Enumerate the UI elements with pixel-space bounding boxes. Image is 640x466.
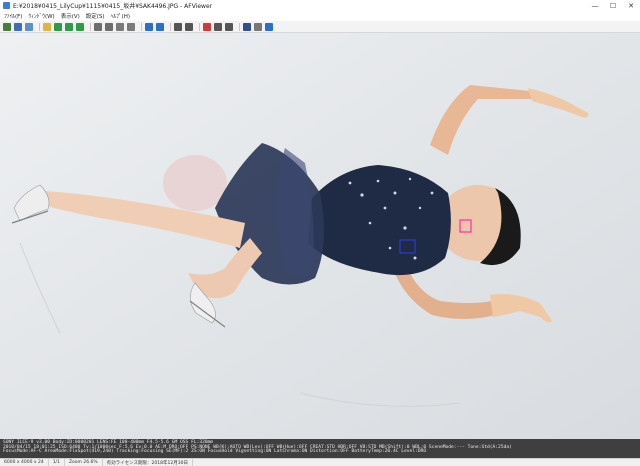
toolbar-separator bbox=[141, 22, 142, 31]
status-zoom: Zoom 26.6% bbox=[65, 459, 103, 466]
menu-file[interactable]: ﾌｧｲﾙ(F) bbox=[4, 12, 22, 20]
minimize-button[interactable]: — bbox=[586, 0, 604, 11]
menu-window[interactable]: ｳｨﾝﾄﾞｳ(W) bbox=[28, 12, 54, 20]
maximize-button[interactable]: ☐ bbox=[604, 0, 622, 11]
back-icon[interactable] bbox=[65, 22, 73, 31]
toolbar bbox=[0, 21, 640, 33]
status-index: 1/1 bbox=[49, 459, 65, 466]
menu-help[interactable]: ﾍﾙﾌﾟ(H) bbox=[111, 12, 130, 20]
page-icon[interactable] bbox=[25, 22, 33, 31]
toolbar-separator bbox=[90, 22, 91, 31]
image-icon[interactable] bbox=[14, 22, 22, 31]
help-icon[interactable] bbox=[265, 22, 273, 31]
open-icon[interactable] bbox=[54, 22, 62, 31]
grid-icon[interactable] bbox=[174, 22, 182, 31]
toolbar-separator bbox=[170, 22, 171, 31]
list-icon[interactable] bbox=[185, 22, 193, 31]
sort-icon[interactable] bbox=[214, 22, 222, 31]
exif-info-panel: SONY ILCE-9 v3.00 Body:ID:0000201 LENS:F… bbox=[0, 439, 640, 458]
zoom-out-icon[interactable] bbox=[105, 22, 113, 31]
user-icon[interactable] bbox=[243, 22, 251, 31]
actual-size-icon[interactable] bbox=[127, 22, 135, 31]
toolbar-separator bbox=[39, 22, 40, 31]
close-button[interactable]: ✕ bbox=[622, 0, 640, 11]
title-bar: E:¥2018¥0415_LilyCup¥1115¥0415_坂井¥SAK449… bbox=[0, 0, 640, 11]
menu-view[interactable]: 表示(V) bbox=[61, 12, 80, 20]
status-bar: 6000 x 4000 x 24 1/1 Zoom 26.6% 有効ライセンス期… bbox=[0, 458, 640, 466]
folder-icon[interactable] bbox=[43, 22, 51, 31]
photo bbox=[0, 33, 640, 439]
toolbar-separator bbox=[239, 22, 240, 31]
menu-bar: ﾌｧｲﾙ(F) ｳｨﾝﾄﾞｳ(W) 表示(V) 設定(S) ﾍﾙﾌﾟ(H) bbox=[0, 11, 640, 21]
toolbar-separator bbox=[199, 22, 200, 31]
menu-settings[interactable]: 設定(S) bbox=[86, 12, 105, 20]
info-line: FocusMode:AF-C AreaMode:FlxSpot(419,240)… bbox=[3, 449, 427, 454]
settings-icon[interactable] bbox=[254, 22, 262, 31]
status-extra: 有効ライセンス期限：2018年12月30日 bbox=[103, 459, 193, 466]
thumbnail-icon[interactable] bbox=[3, 22, 11, 31]
status-resolution: 6000 x 4000 x 24 bbox=[0, 459, 49, 466]
window-controls: — ☐ ✕ bbox=[586, 0, 640, 11]
rotate-left-icon[interactable] bbox=[145, 22, 153, 31]
ice-logo-mark bbox=[163, 155, 227, 211]
delete-icon[interactable] bbox=[203, 22, 211, 31]
fit-icon[interactable] bbox=[116, 22, 124, 31]
forward-icon[interactable] bbox=[76, 22, 84, 31]
image-viewer[interactable] bbox=[0, 33, 640, 439]
window-title: E:¥2018¥0415_LilyCup¥1115¥0415_坂井¥SAK449… bbox=[13, 3, 213, 10]
zoom-in-icon[interactable] bbox=[94, 22, 102, 31]
rating-icon[interactable] bbox=[225, 22, 233, 31]
rotate-right-icon[interactable] bbox=[156, 22, 164, 31]
app-icon bbox=[3, 2, 10, 9]
